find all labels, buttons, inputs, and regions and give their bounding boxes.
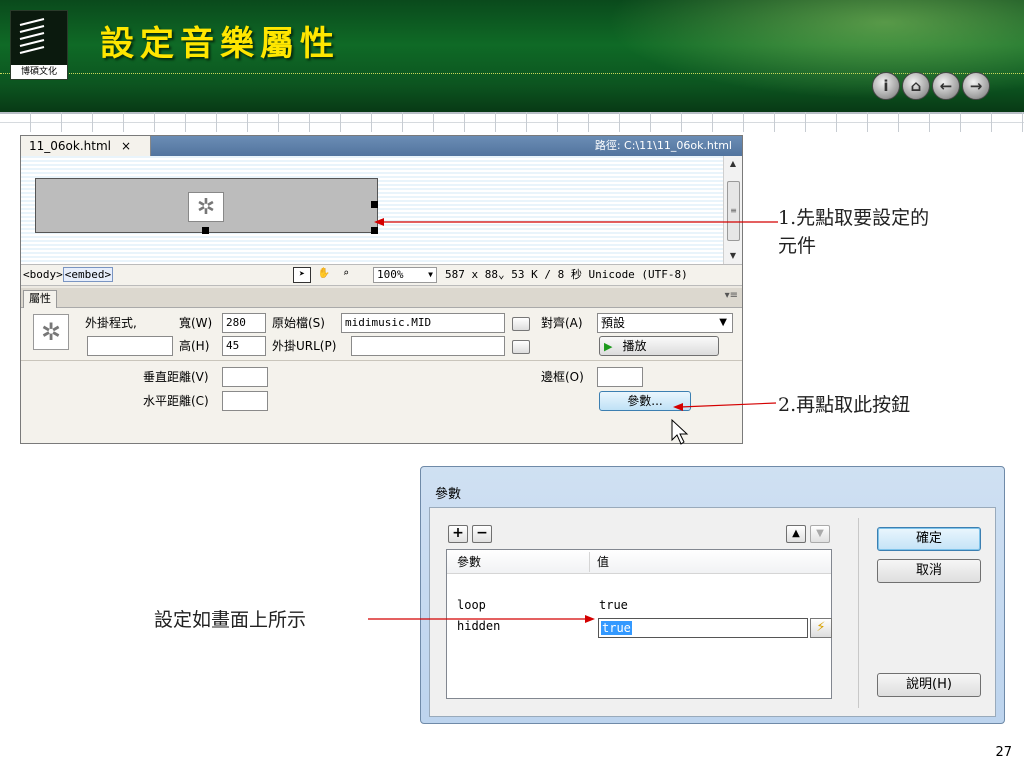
tag-selector: <body> <embed> [23, 265, 114, 285]
plugin-icon: ✲ [188, 192, 224, 222]
param-value: true [599, 598, 628, 612]
callout-step1-cont: 元件 [778, 235, 817, 257]
dreamweaver-window: 11_06ok.html × 路徑: C:\11\11_06ok.html ✲ … [20, 135, 743, 444]
plugin-name-input[interactable] [87, 336, 173, 356]
panel-menu-icon[interactable]: ▾≡ [725, 290, 738, 301]
zoom-tool-icon[interactable]: ⌕ [337, 267, 355, 283]
embed-plugin-placeholder[interactable]: ✲ [35, 178, 378, 234]
back-arrow-icon[interactable]: ← [932, 72, 960, 100]
move-down-button[interactable]: ▼ [810, 525, 830, 543]
status-tools: ➤ ✋ ⌕ [293, 267, 355, 283]
param-name: loop [457, 598, 486, 612]
tag-embed[interactable]: <embed> [62, 267, 114, 282]
parameters-dialog: 參數 + − ▲ ▼ 參數 值 loop true hidden true ⚡ … [420, 466, 1005, 724]
border-label: 邊框(O) [541, 370, 584, 384]
column-header-param[interactable]: 參數 [457, 550, 481, 574]
hand-tool-icon[interactable]: ✋ [315, 267, 333, 283]
selected-text: true [601, 621, 632, 635]
width-input[interactable]: 280 [222, 313, 266, 333]
param-value-input[interactable]: true [598, 618, 808, 638]
resize-handle[interactable] [202, 227, 209, 234]
callout-step1: 1.先點取要設定的 [778, 207, 930, 229]
height-input[interactable]: 45 [222, 336, 266, 356]
hspace-label: 水平距離(C) [143, 394, 209, 408]
align-select[interactable]: 預設 ▼ [597, 313, 733, 333]
callout-step3: 設定如畫面上所示 [154, 609, 307, 631]
parameters-button[interactable]: 參數... [599, 391, 691, 411]
align-value: 預設 [601, 316, 626, 330]
plugin-url-input[interactable] [351, 336, 505, 356]
slide-title: 設定音樂屬性 [100, 24, 340, 64]
hspace-input[interactable] [222, 391, 268, 411]
add-parameter-button[interactable]: + [448, 525, 468, 543]
forward-arrow-icon[interactable]: → [962, 72, 990, 100]
document-tab-bar: 11_06ok.html × 路徑: C:\11\11_06ok.html [21, 136, 742, 156]
vspace-label: 垂直距離(V) [143, 370, 209, 384]
column-separator [589, 552, 590, 572]
properties-header: 屬性 ▾≡ [21, 288, 742, 308]
plugin-type-label: 外掛程式, [85, 316, 137, 330]
width-label: 寬(W) [179, 316, 213, 330]
logo-text: 博碩文化 [11, 65, 67, 79]
zoom-select[interactable]: 100% ▼ [373, 267, 437, 283]
properties-tab[interactable]: 屬性 [23, 290, 57, 308]
design-scrollbar[interactable]: ▲ ≡ ▼ [723, 156, 742, 264]
document-info: 587 x 88⌄ 53 K / 8 秒 Unicode (UTF-8) [445, 268, 688, 281]
info-icon[interactable]: i [872, 72, 900, 100]
source-label: 原始檔(S) [272, 316, 325, 330]
cancel-button[interactable]: 取消 [877, 559, 981, 583]
plugin-icon: ✲ [33, 314, 69, 350]
dialog-title: 參數 [435, 487, 462, 502]
column-header-value[interactable]: 值 [597, 550, 609, 574]
home-icon[interactable]: ⌂ [902, 72, 930, 100]
plugin-url-label: 外掛URL(P) [272, 339, 337, 353]
slide-nav: i ⌂ ← → [872, 72, 990, 100]
scroll-down-icon[interactable]: ▼ [724, 248, 742, 264]
scroll-up-icon[interactable]: ▲ [724, 156, 742, 172]
play-button-label: 播放 [622, 339, 647, 353]
help-button[interactable]: 說明(H) [877, 673, 981, 697]
zoom-value: 100% [377, 268, 404, 281]
document-path: 路徑: C:\11\11_06ok.html [594, 139, 732, 152]
document-tab[interactable]: 11_06ok.html × [21, 136, 151, 156]
align-label: 對齊(A) [541, 316, 583, 330]
dialog-body: + − ▲ ▼ 參數 值 loop true hidden true ⚡ 確定 … [429, 507, 996, 717]
page-number: 27 [995, 745, 1012, 760]
header-ruler-stripe [0, 112, 1024, 132]
remove-parameter-button[interactable]: − [472, 525, 492, 543]
play-button[interactable]: ▶ 播放 [599, 336, 719, 356]
scroll-thumb[interactable]: ≡ [727, 181, 740, 241]
close-icon[interactable]: × [121, 136, 131, 156]
tag-body[interactable]: <body> [23, 268, 63, 281]
move-up-button[interactable]: ▲ [786, 525, 806, 543]
vspace-input[interactable] [222, 367, 268, 387]
header-dotted-line [0, 73, 1024, 74]
chevron-down-icon: ▼ [719, 317, 727, 328]
source-input[interactable]: midimusic.MID [341, 313, 505, 333]
panel-divider [21, 360, 742, 361]
callout-step2: 2.再點取此按鈕 [778, 394, 911, 416]
slide-header: 博碩文化 設定音樂屬性 i ⌂ ← → [0, 0, 1024, 112]
folder-icon[interactable] [512, 317, 530, 331]
design-view[interactable]: ✲ [21, 156, 723, 264]
document-tab-label: 11_06ok.html [29, 139, 111, 153]
ok-button[interactable]: 確定 [877, 527, 981, 551]
lightning-icon[interactable]: ⚡ [810, 618, 832, 638]
chevron-down-icon: ▼ [428, 270, 433, 279]
resize-handle[interactable] [371, 201, 378, 208]
properties-panel: ✲ 外掛程式, 寬(W) 280 高(H) 45 原始檔(S) midimusi… [21, 308, 742, 443]
table-header: 參數 值 [447, 550, 831, 574]
folder-icon[interactable] [512, 340, 530, 354]
logo-mark-icon [19, 18, 45, 54]
resize-handle[interactable] [371, 227, 378, 234]
param-name: hidden [457, 619, 501, 633]
dialog-separator [858, 518, 859, 708]
border-input[interactable] [597, 367, 643, 387]
pointer-tool-icon[interactable]: ➤ [293, 267, 311, 283]
play-icon: ▶ [604, 340, 613, 353]
height-label: 高(H) [179, 339, 210, 353]
publisher-logo: 博碩文化 [10, 10, 68, 80]
status-bar: <body> <embed> ➤ ✋ ⌕ 100% ▼ 587 x 88⌄ 53 … [21, 264, 742, 286]
